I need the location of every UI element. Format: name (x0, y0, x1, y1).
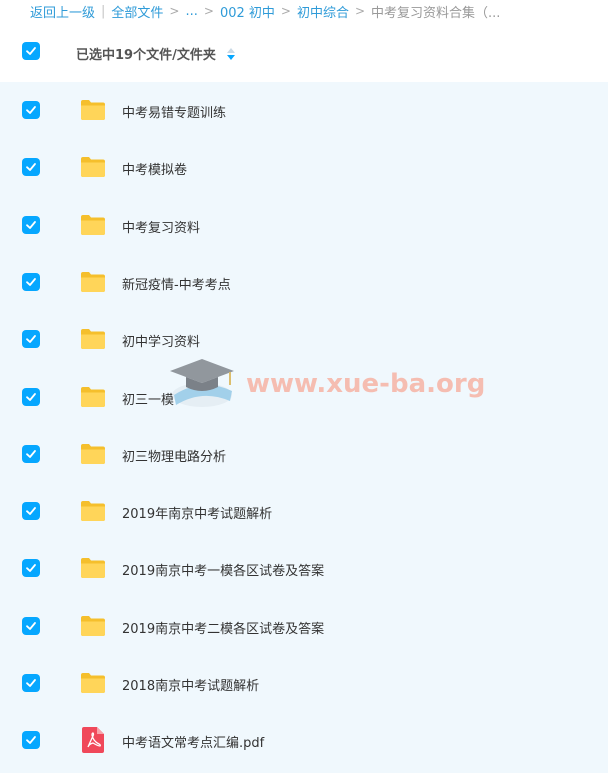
file-row[interactable]: 2019南京中考二模各区试卷及答案 (0, 598, 608, 655)
file-name[interactable]: 中考模拟卷 (122, 159, 187, 178)
check-icon (26, 47, 36, 55)
sort-icon[interactable] (226, 47, 236, 61)
folder-icon (81, 215, 105, 235)
row-checkbox[interactable] (22, 502, 40, 520)
check-icon (26, 507, 36, 515)
file-row[interactable]: 新冠疫情-中考考点 (0, 254, 608, 311)
breadcrumb-current: 中考复习资料合集（... (371, 5, 501, 21)
breadcrumb-ellipsis[interactable]: ... (185, 4, 197, 19)
breadcrumb-divider: | (101, 3, 106, 19)
file-row[interactable]: 中考模拟卷 (0, 139, 608, 196)
file-row[interactable]: 2019南京中考一模各区试卷及答案 (0, 540, 608, 597)
breadcrumb-item-comprehensive[interactable]: 初中综合 (297, 2, 349, 21)
file-name[interactable]: 2019南京中考二模各区试卷及答案 (122, 618, 324, 637)
check-icon (26, 450, 36, 458)
row-checkbox[interactable] (22, 445, 40, 463)
file-name[interactable]: 2019年南京中考试题解析 (122, 503, 272, 522)
selection-count: 已选中19个文件/文件夹 (76, 48, 216, 63)
file-name[interactable]: 初三一模 (122, 389, 174, 408)
file-name[interactable]: 中考易错专题训练 (122, 102, 226, 121)
folder-icon (81, 444, 105, 464)
chevron-right-icon: > (169, 4, 180, 18)
row-checkbox[interactable] (22, 273, 40, 291)
back-link[interactable]: 返回上一级 (30, 2, 95, 21)
row-checkbox[interactable] (22, 617, 40, 635)
chevron-right-icon: > (203, 4, 214, 18)
folder-icon (81, 100, 105, 120)
row-checkbox[interactable] (22, 674, 40, 692)
row-checkbox[interactable] (22, 731, 40, 749)
file-name[interactable]: 初三物理电路分析 (122, 446, 226, 465)
check-icon (26, 679, 36, 687)
row-checkbox[interactable] (22, 559, 40, 577)
breadcrumb: 返回上一级 | 全部文件 > ... > 002 初中 > 初中综合 > 中考复… (0, 0, 608, 22)
folder-icon (81, 157, 105, 177)
file-list: 中考易错专题训练 中考模拟卷中考复习资料新冠疫情-中考考点 初中学习资料 初三一模初三… (0, 82, 608, 773)
breadcrumb-item-junior[interactable]: 002 初中 (220, 2, 275, 21)
folder-icon (81, 501, 105, 521)
file-name[interactable]: 2018南京中考试题解析 (122, 675, 259, 694)
check-icon (26, 393, 36, 401)
folder-icon (81, 272, 105, 292)
row-checkbox[interactable] (22, 330, 40, 348)
select-all-checkbox[interactable] (22, 42, 40, 60)
folder-icon (81, 673, 105, 693)
check-icon (26, 278, 36, 286)
folder-icon (81, 387, 105, 407)
file-row[interactable]: 初中学习资料 (0, 311, 608, 368)
row-checkbox[interactable] (22, 216, 40, 234)
pdf-file-icon (82, 727, 104, 753)
file-row[interactable]: 中考复习资料 (0, 197, 608, 254)
folder-icon (81, 616, 105, 636)
check-icon (26, 335, 36, 343)
check-icon (26, 163, 36, 171)
row-checkbox[interactable] (22, 158, 40, 176)
file-row[interactable]: 2019年南京中考试题解析 (0, 483, 608, 540)
check-icon (26, 221, 36, 229)
file-row[interactable]: 初三物理电路分析 (0, 426, 608, 483)
file-name[interactable]: 中考复习资料 (122, 217, 200, 236)
row-checkbox[interactable] (22, 388, 40, 406)
file-row[interactable]: 中考语文常考点汇编.pdf (0, 712, 608, 769)
folder-icon (81, 558, 105, 578)
file-name[interactable]: 初中学习资料 (122, 331, 200, 350)
check-icon (26, 564, 36, 572)
chevron-right-icon: > (354, 4, 366, 18)
check-icon (26, 622, 36, 630)
folder-icon (81, 329, 105, 349)
row-checkbox[interactable] (22, 101, 40, 119)
check-icon (26, 736, 36, 744)
check-icon (26, 106, 36, 114)
all-files-link[interactable]: 全部文件 (111, 2, 163, 21)
file-name[interactable]: 新冠疫情-中考考点 (122, 274, 231, 293)
list-header: 已选中19个文件/文件夹 (0, 22, 608, 82)
chevron-right-icon: > (280, 4, 291, 18)
file-row[interactable]: 中考易错专题训练 (0, 82, 608, 139)
file-row[interactable]: 2018南京中考试题解析 (0, 655, 608, 712)
file-row[interactable]: 初三一模 (0, 369, 608, 426)
file-name[interactable]: 中考语文常考点汇编.pdf (122, 732, 264, 751)
file-name[interactable]: 2019南京中考一模各区试卷及答案 (122, 560, 324, 579)
